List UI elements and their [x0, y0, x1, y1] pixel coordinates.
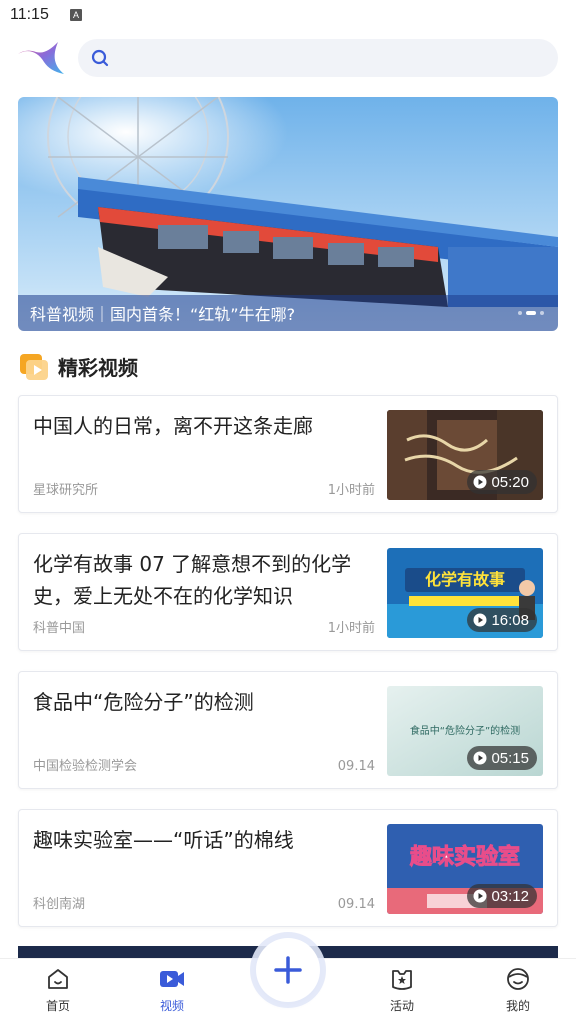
play-icon: [473, 751, 487, 765]
video-title: 趣味实验室——“听话”的棉线: [33, 828, 294, 852]
search-input[interactable]: [78, 39, 558, 77]
tab-label: 首页: [45, 999, 70, 1013]
section-header: 精彩视频: [18, 348, 318, 384]
video-duration: 05:20: [491, 473, 529, 491]
video-thumbnail[interactable]: 食品中“危险分子”的检测 05:15: [387, 686, 543, 776]
video-card[interactable]: 食品中“危险分子”的检测 中国检验检测学会 09.14 食品中“危险分子”的检测…: [18, 671, 558, 789]
carousel-dot-active: [526, 311, 536, 315]
video-duration-badge: 16:08: [467, 608, 537, 632]
video-time: 09.14: [337, 759, 375, 774]
video-time: 09.14: [337, 897, 375, 912]
video-duration-badge: 05:15: [467, 746, 537, 770]
tab-label: 我的: [505, 999, 530, 1013]
video-duration-badge: 05:20: [467, 470, 537, 494]
video-thumbnail[interactable]: 化学有故事 16:08: [387, 548, 543, 638]
play-icon: [473, 475, 487, 489]
video-time: 1小时前: [327, 621, 375, 636]
video-collection-icon: [20, 354, 48, 380]
video-card[interactable]: 化学有故事 07 了解意想不到的化学史，爱上无处不在的化学知识 科普中国 1小时…: [18, 533, 558, 651]
tab-profile[interactable]: 我的: [478, 965, 558, 1021]
video-title: 中国人的日常，离不开这条走廊: [33, 414, 313, 438]
tab-label: 视频: [159, 999, 184, 1013]
video-card[interactable]: 趣味实验室——“听话”的棉线 科创南湖 09.14 趣味实验室 03:12: [18, 809, 558, 927]
status-bar: 11:15 A: [0, 0, 576, 32]
status-indicator-icon: A: [70, 9, 82, 21]
banner-caption-bar: 科普视频｜国内首条！“红轨”牛在哪?: [18, 295, 558, 331]
video-source: 中国检验检测学会: [33, 759, 138, 774]
video-duration-badge: 03:12: [467, 884, 537, 908]
video-source: 科创南湖: [33, 897, 86, 912]
video-icon: [160, 971, 184, 987]
home-icon: [48, 969, 68, 989]
tab-activity[interactable]: 活动: [362, 965, 442, 1021]
status-time: 11:15: [10, 6, 49, 23]
banner-carousel[interactable]: 科普视频｜国内首条！“红轨”牛在哪?: [18, 97, 558, 331]
video-source: 科普中国: [33, 621, 86, 636]
video-duration: 05:15: [491, 749, 529, 767]
tab-home[interactable]: 首页: [18, 965, 98, 1021]
add-button[interactable]: [256, 938, 320, 1002]
activity-icon: [392, 970, 412, 990]
play-icon: [473, 613, 487, 627]
video-title: 化学有故事 07 了解意想不到的化学史，爱上无处不在的化学知识: [33, 552, 352, 608]
search-icon: [91, 49, 109, 67]
play-icon: [473, 889, 487, 903]
thumb-text: 趣味实验室: [409, 844, 520, 870]
video-title: 食品中“危险分子”的检测: [33, 690, 254, 714]
banner-caption: 科普视频｜国内首条！“红轨”牛在哪?: [30, 305, 296, 324]
video-source: 星球研究所: [33, 483, 99, 498]
profile-icon: [507, 968, 529, 990]
carousel-indicator: [518, 311, 544, 315]
section-title: 精彩视频: [58, 356, 138, 380]
video-duration: 03:12: [491, 887, 529, 905]
video-thumbnail[interactable]: 05:20: [387, 410, 543, 500]
video-duration: 16:08: [491, 611, 529, 629]
tab-video[interactable]: 视频: [132, 965, 212, 1021]
video-thumbnail[interactable]: 趣味实验室 03:12: [387, 824, 543, 914]
carousel-dot: [540, 311, 544, 315]
tab-label: 活动: [389, 999, 414, 1013]
carousel-dot: [518, 311, 522, 315]
thumb-text: 化学有故事: [425, 570, 505, 589]
video-time: 1小时前: [327, 483, 375, 498]
app-logo: [14, 36, 66, 78]
video-card[interactable]: 中国人的日常，离不开这条走廊 星球研究所 1小时前 05:20: [18, 395, 558, 513]
plus-icon: [274, 956, 302, 984]
thumb-text: 食品中“危险分子”的检测: [410, 724, 520, 737]
